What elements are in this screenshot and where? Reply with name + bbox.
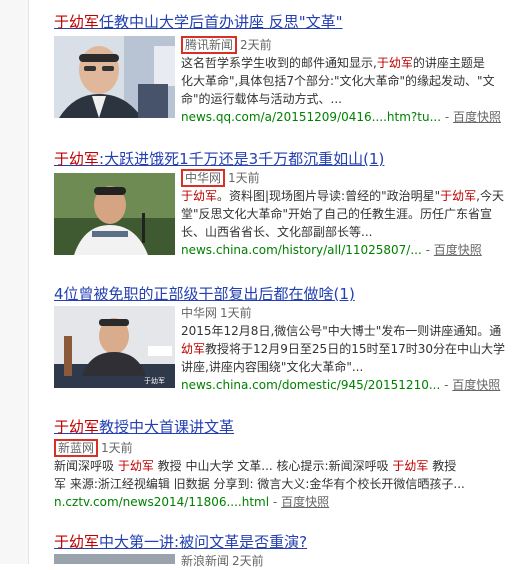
title-text: 教授中大首课讲文革: [99, 418, 235, 436]
result-url-line: news.qq.com/a/20151209/0416....htm?tu...…: [181, 110, 502, 124]
snippet-line: 军 来源:浙江经视编辑 旧数据 分享到: 微言大义:金华有个校长开微信晒孩子..…: [54, 477, 465, 491]
result-url[interactable]: news.china.com/domestic/945/20151210...: [181, 378, 440, 392]
result-time: 1天前: [228, 171, 260, 185]
result-meta: 新蓝网 1天前: [54, 439, 515, 457]
thumbnail-caption: 于幼军: [144, 377, 165, 385]
page-left-gutter: [0, 0, 29, 564]
result-url-line: news.china.com/history/all/11025807/... …: [181, 243, 482, 257]
cache-link[interactable]: 百度快照: [452, 378, 500, 392]
cache-link[interactable]: 百度快照: [453, 110, 501, 124]
result-thumbnail[interactable]: [54, 36, 175, 118]
snippet-line: 幼军教授将于12月9日至25日的15时至17时30分在中山大学: [181, 342, 505, 356]
search-result-3: 4位曾被免职的正部级干部复出后都在做啥(1) 于幼军 中华网 1天前 2015年1…: [54, 284, 515, 392]
result-meta: 腾讯新闻 2天前: [181, 36, 515, 54]
snippet-line: 于幼军。资料图|现场图片导读:曾经的"政治明星"于幼军,今天: [181, 189, 504, 203]
search-result-2: 于幼军:大跃进饿死1千万还是3千万都沉重如山(1) 中华网 1天前 于幼军。资料图…: [54, 149, 515, 257]
search-result-1: 于幼军任教中山大学后首办讲座 反思"文革" 腾讯新闻 2天前 这名哲学系学生收到的…: [54, 12, 515, 124]
snippet-line: 这名哲学系学生收到的邮件通知显示,于幼军的讲座主题是: [181, 56, 485, 70]
result-time: 1天前: [220, 306, 252, 320]
result-time: 2天前: [232, 554, 264, 568]
snippet-line: 命"的运行载体与活动方式、...: [181, 92, 342, 106]
result-thumbnail[interactable]: [54, 173, 175, 255]
result-url[interactable]: news.china.com/history/all/11025807/...: [181, 243, 422, 257]
title-highlight: 于幼军: [54, 150, 100, 168]
result-meta: 新浪新闻 2天前: [181, 552, 515, 570]
snippet-line: 新闻深呼吸 于幼军 教授 中山大学 文革... 核心提示:新闻深呼吸 于幼军 教…: [54, 459, 457, 473]
result-thumbnail[interactable]: 于幼军: [54, 306, 175, 388]
result-thumbnail[interactable]: [54, 554, 175, 564]
result-url-line: n.cztv.com/news2014/11806....html - 百度快照: [54, 495, 330, 509]
source-badge: 新蓝网: [54, 439, 99, 457]
title-highlight: 于幼军: [54, 533, 100, 551]
result-meta: 中华网 1天前: [181, 169, 515, 187]
result-time: 2天前: [240, 38, 272, 52]
source-badge: 中华网: [181, 169, 226, 187]
result-url[interactable]: news.qq.com/a/20151209/0416....htm?tu...: [181, 110, 441, 124]
result-title-link[interactable]: 于幼军中大第一讲:被问文革是否重演?: [54, 532, 515, 552]
title-highlight: 于幼军: [54, 13, 100, 31]
source-label: 新浪新闻: [181, 554, 230, 568]
title-text: 中大第一讲:被问文革是否重演?: [99, 533, 308, 551]
source-label: 中华网: [181, 306, 218, 320]
snippet-line: 讲座,讲座内容围绕"文化大革命"...: [181, 360, 364, 374]
result-meta: 中华网 1天前: [181, 304, 515, 322]
search-result-5: 于幼军中大第一讲:被问文革是否重演? 新浪新闻 2天前: [54, 532, 515, 568]
snippet-line: 堂"反思文化大革命"开始了自己的任教生涯。历任广东省宣: [181, 207, 493, 221]
result-url[interactable]: n.cztv.com/news2014/11806....html: [54, 495, 269, 509]
title-highlight: 于幼军: [54, 418, 100, 436]
result-time: 1天前: [101, 441, 133, 455]
snippet-line: 化大革命",具体包括7个部分:"文化大革命"的缘起发动、"文: [181, 74, 495, 88]
title-text: 任教中山大学后首办讲座 反思"文革": [99, 13, 343, 31]
cache-link[interactable]: 百度快照: [281, 495, 329, 509]
cache-link[interactable]: 百度快照: [434, 243, 482, 257]
snippet-line: 长、山西省省长、文化部副部长等...: [181, 225, 373, 239]
source-badge: 腾讯新闻: [181, 36, 238, 54]
result-title-link[interactable]: 于幼军:大跃进饿死1千万还是3千万都沉重如山(1): [54, 149, 515, 169]
title-text: :大跃进饿死1千万还是3千万都沉重如山(1): [99, 150, 385, 168]
result-url-line: news.china.com/domestic/945/20151210... …: [181, 378, 501, 392]
search-result-4: 于幼军教授中大首课讲文革 新蓝网 1天前 新闻深呼吸 于幼军 教授 中山大学 文革…: [54, 417, 515, 511]
result-title-link[interactable]: 于幼军教授中大首课讲文革: [54, 417, 515, 437]
result-title-link[interactable]: 于幼军任教中山大学后首办讲座 反思"文革": [54, 12, 515, 32]
snippet-line: 2015年12月8日,微信公号"中大博士"发布一则讲座通知。通: [181, 324, 502, 338]
result-title-link[interactable]: 4位曾被免职的正部级干部复出后都在做啥(1): [54, 284, 515, 304]
